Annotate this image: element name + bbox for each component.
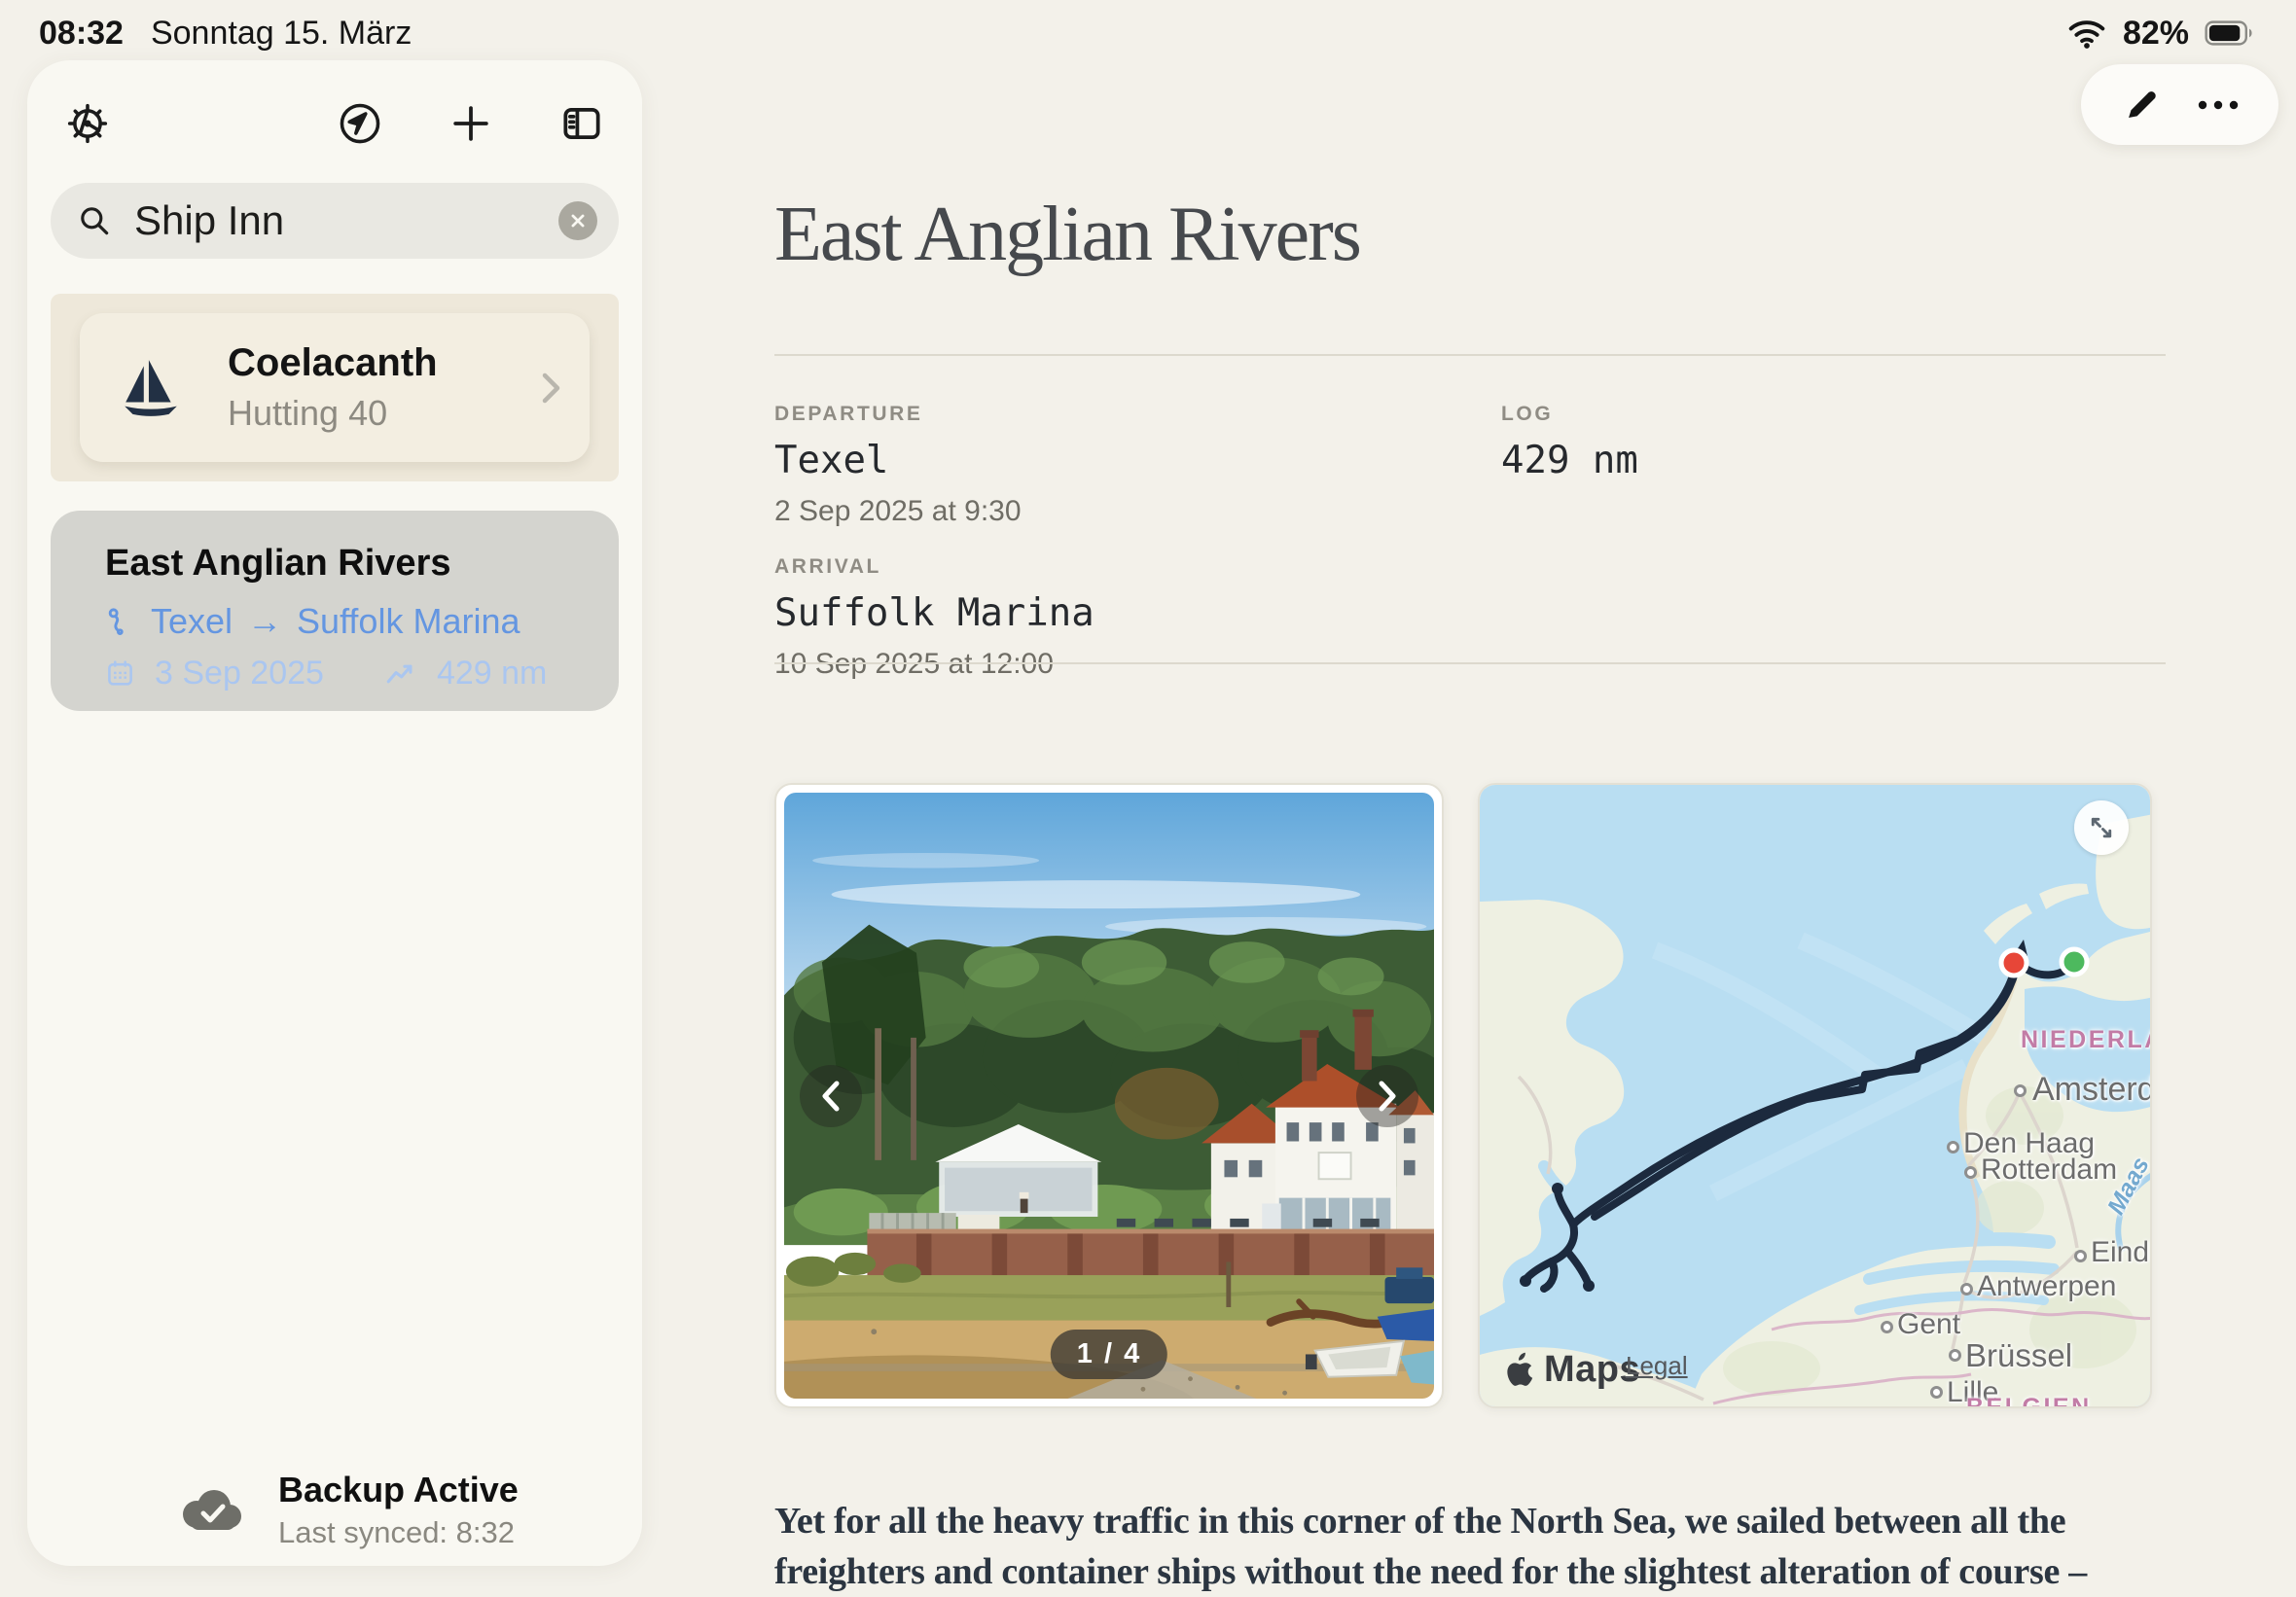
- map-region-label: BELGIEN: [1966, 1394, 2092, 1408]
- route-arrow: →: [247, 601, 282, 642]
- departure-value: Texel: [774, 439, 1094, 482]
- add-button[interactable]: [446, 98, 496, 149]
- chevron-left-icon: [818, 1078, 843, 1115]
- sidebar-toolbar: [51, 97, 619, 150]
- route-icon: [105, 606, 136, 637]
- arrival-marker: [2062, 949, 2087, 975]
- map-city-label: Rotterdam: [1981, 1153, 2117, 1187]
- photo-counter: 1 / 4: [1051, 1330, 1167, 1379]
- trend-icon: [384, 657, 417, 691]
- arrival-label: ARRIVAL: [774, 555, 1094, 579]
- clear-search-button[interactable]: [558, 201, 597, 240]
- battery-icon: [2205, 20, 2255, 46]
- apple-logo-icon: [1503, 1352, 1534, 1389]
- map-city-dot: [1930, 1386, 1943, 1399]
- legal-link[interactable]: Legal: [1626, 1351, 1688, 1381]
- more-button[interactable]: [2193, 80, 2243, 130]
- backup-last-synced: Last synced: 8:32: [278, 1515, 519, 1550]
- backup-status: Backup Active Last synced: 8:32: [175, 1470, 519, 1550]
- search-field[interactable]: [51, 183, 619, 259]
- trip-list-item-selected[interactable]: East Anglian Rivers Texel → Suffolk Mari…: [51, 511, 619, 711]
- page-title: East Anglian Rivers: [774, 191, 1360, 279]
- settings-button[interactable]: [62, 98, 113, 149]
- map-city-dot: [1881, 1321, 1893, 1333]
- map-city-label: Amsterdam: [2032, 1071, 2152, 1109]
- sidebar-toggle-icon: [557, 99, 606, 148]
- log-value: 429 nm: [1501, 439, 1638, 482]
- trip-route-to: Suffolk Marina: [297, 601, 520, 642]
- maps-attribution: Maps: [1503, 1349, 1640, 1391]
- departure-marker: [2001, 950, 2027, 976]
- chevron-right-icon: [539, 369, 562, 408]
- log-field: LOG 429 nm: [1501, 403, 1638, 482]
- gear-icon: [63, 99, 112, 148]
- map-city-dot: [1947, 1141, 1959, 1153]
- map-city-dot: [2014, 1084, 2027, 1097]
- map-city-label: Gent: [1897, 1308, 1960, 1341]
- boat-name: Coelacanth: [228, 341, 539, 384]
- map-region-label: NIEDERLAN: [2021, 1026, 2152, 1054]
- arrival-value: Suffolk Marina: [774, 591, 1094, 635]
- photo-carousel[interactable]: 1 / 4: [774, 783, 1444, 1408]
- locate-button[interactable]: [335, 98, 385, 149]
- map-city-dot: [2074, 1250, 2087, 1262]
- expand-icon: [2087, 813, 2116, 842]
- chevron-right-icon: [1375, 1078, 1400, 1115]
- divider: [774, 662, 2166, 664]
- search-input[interactable]: [132, 196, 539, 245]
- map-city-label: Brüssel: [1965, 1337, 2072, 1374]
- arrival-datetime: 10 Sep 2025 at 12:00: [774, 648, 1094, 681]
- location-arrow-icon: [336, 99, 384, 148]
- map-city-label: Antwerpen: [1977, 1270, 2116, 1303]
- expand-map-button[interactable]: [2074, 800, 2129, 855]
- status-time: 08:32: [39, 15, 124, 53]
- cloud-check-icon: [175, 1485, 247, 1536]
- map-city-label: Eindho: [2091, 1236, 2152, 1269]
- trip-distance: 429 nm: [437, 655, 547, 692]
- map-city-dot: [1964, 1166, 1977, 1179]
- trip-photo: [784, 793, 1434, 1399]
- logbook-text: Yet for all the heavy traffic in this co…: [774, 1496, 2168, 1597]
- calendar-icon: [105, 658, 135, 689]
- divider: [774, 354, 2166, 356]
- map-city-dot: [1949, 1349, 1961, 1362]
- boat-section: Coelacanth Hutting 40: [51, 294, 619, 481]
- trip-detail: East Anglian Rivers DEPARTURE Texel 2 Se…: [774, 0, 2166, 1595]
- trip-route-from: Texel: [151, 601, 233, 642]
- status-date: Sonntag 15. März: [151, 15, 412, 53]
- boat-model: Hutting 40: [228, 393, 539, 434]
- sidebar-panel: Coelacanth Hutting 40 East Anglian River…: [27, 60, 642, 1566]
- map-city-dot: [1960, 1283, 1973, 1295]
- plus-icon: [447, 99, 495, 148]
- route-map[interactable]: NIEDERLAN Amsterdam Den Haag Rotterdam M…: [1478, 783, 2152, 1408]
- departure-datetime: 2 Sep 2025 at 9:30: [774, 495, 1094, 528]
- toggle-sidebar-button[interactable]: [556, 98, 607, 149]
- ellipsis-icon: [2196, 97, 2241, 113]
- sailboat-icon: [119, 356, 183, 420]
- next-photo-button[interactable]: [1356, 1065, 1418, 1127]
- departure-label: DEPARTURE: [774, 403, 1094, 426]
- departure-field: DEPARTURE Texel 2 Sep 2025 at 9:30: [774, 403, 1094, 528]
- app-screen: { "status_bar": { "time": "08:32", "date…: [0, 0, 2296, 1595]
- log-label: LOG: [1501, 403, 1638, 426]
- trip-date: 3 Sep 2025: [155, 655, 324, 692]
- search-icon: [76, 202, 113, 239]
- previous-photo-button[interactable]: [800, 1065, 862, 1127]
- boat-card[interactable]: Coelacanth Hutting 40: [80, 313, 590, 462]
- backup-title: Backup Active: [278, 1470, 519, 1510]
- trip-title: East Anglian Rivers: [105, 543, 580, 585]
